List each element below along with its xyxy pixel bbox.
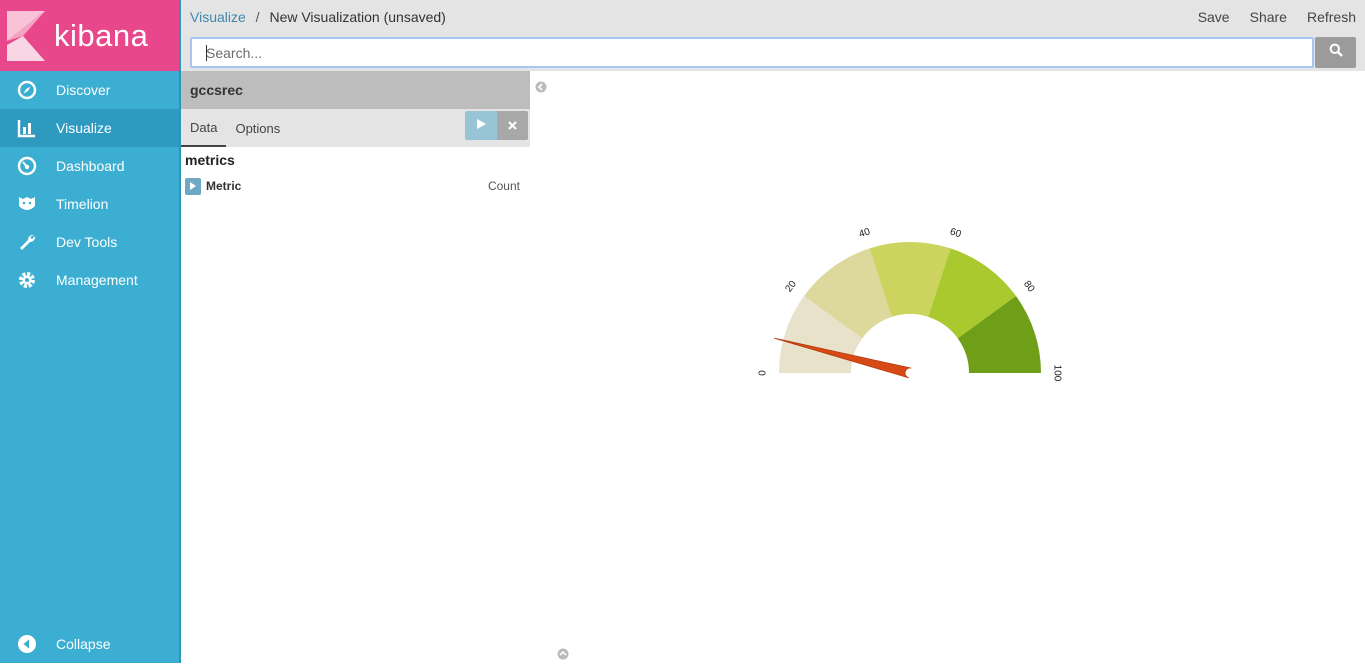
gauge-tick-label: 80 bbox=[1021, 279, 1037, 295]
expand-metric-toggle[interactable] bbox=[185, 177, 201, 195]
sidebar-item-timelion[interactable]: Timelion bbox=[0, 185, 179, 223]
collapse-sidebar-button[interactable]: Collapse bbox=[0, 625, 179, 663]
close-icon bbox=[508, 118, 517, 133]
gauge-tick-label: 60 bbox=[948, 226, 962, 240]
kibana-logo[interactable]: kibana bbox=[0, 0, 179, 71]
dashboard-icon bbox=[17, 156, 37, 176]
editor-tabs: Data Options bbox=[181, 109, 530, 147]
sidebar-item-label: Management bbox=[56, 272, 138, 288]
tab-options[interactable]: Options bbox=[226, 109, 289, 147]
top-menu: Save Share Refresh bbox=[1198, 9, 1356, 25]
apply-changes-button[interactable] bbox=[465, 111, 497, 140]
index-pattern-title: gccsrec bbox=[181, 71, 530, 109]
sidebar-item-dev-tools[interactable]: Dev Tools bbox=[0, 223, 179, 261]
collapse-label: Collapse bbox=[56, 636, 111, 652]
metrics-section-title: metrics bbox=[185, 152, 235, 168]
sidebar-item-label: Visualize bbox=[56, 120, 112, 136]
top-bar: Visualize / New Visualization (unsaved) … bbox=[181, 0, 1365, 71]
breadcrumb: Visualize / New Visualization (unsaved) bbox=[190, 9, 446, 25]
collapse-editor-button[interactable] bbox=[535, 80, 547, 98]
compass-icon bbox=[17, 80, 37, 100]
chevron-up-circle-icon bbox=[557, 647, 569, 664]
gauge-tick-label: 100 bbox=[1051, 365, 1062, 382]
metric-label: Metric bbox=[206, 179, 242, 193]
play-icon bbox=[475, 117, 487, 135]
sidebar-item-label: Dashboard bbox=[56, 158, 125, 174]
sidebar-item-label: Timelion bbox=[56, 196, 109, 212]
gauge-tick-label: 20 bbox=[783, 279, 799, 295]
refresh-button[interactable]: Refresh bbox=[1307, 9, 1356, 25]
discard-changes-button[interactable] bbox=[497, 111, 528, 140]
gauge-tick-label: 0 bbox=[758, 370, 769, 376]
gauge-tick-label: 40 bbox=[858, 226, 872, 240]
sidebar-item-management[interactable]: Management bbox=[0, 261, 179, 299]
vis-editor-sidebar: gccsrec Data Options metrics Metric Coun… bbox=[181, 71, 530, 195]
sidebar-item-dashboard[interactable]: Dashboard bbox=[0, 147, 179, 185]
arrow-left-circle-icon bbox=[17, 634, 37, 654]
text-caret bbox=[206, 45, 207, 61]
share-button[interactable]: Share bbox=[1250, 9, 1287, 25]
search-icon bbox=[1329, 43, 1343, 62]
metric-agg-row[interactable]: Metric Count bbox=[181, 177, 530, 195]
caret-right-icon bbox=[190, 177, 196, 195]
wrench-icon bbox=[17, 232, 37, 252]
breadcrumb-separator: / bbox=[255, 9, 260, 25]
sidebar-item-visualize[interactable]: Visualize bbox=[0, 109, 179, 147]
search-input[interactable] bbox=[192, 39, 1312, 66]
chevron-left-circle-icon bbox=[535, 80, 547, 97]
save-button[interactable]: Save bbox=[1198, 9, 1230, 25]
breadcrumb-visualize-link[interactable]: Visualize bbox=[190, 9, 246, 25]
timelion-icon bbox=[17, 194, 37, 214]
page-title: New Visualization (unsaved) bbox=[269, 9, 446, 25]
bar-chart-icon bbox=[17, 118, 37, 138]
tab-data[interactable]: Data bbox=[181, 109, 227, 147]
gauge-chart: 0 20 40 60 80 100 bbox=[740, 215, 1080, 410]
gauge-svg: 0 20 40 60 80 100 bbox=[758, 226, 1063, 382]
kibana-logo-icon bbox=[7, 10, 45, 61]
expand-bottom-panel-button[interactable] bbox=[557, 647, 569, 665]
sidebar-item-discover[interactable]: Discover bbox=[0, 71, 179, 109]
gear-icon bbox=[17, 270, 37, 290]
sidebar-item-label: Discover bbox=[56, 82, 111, 98]
search-field bbox=[190, 37, 1314, 68]
sidebar: kibana Discover Visualize Dashboard Time… bbox=[0, 0, 179, 663]
sidebar-item-label: Dev Tools bbox=[56, 234, 118, 250]
kibana-wordmark: kibana bbox=[54, 17, 149, 53]
search-button[interactable] bbox=[1315, 37, 1356, 68]
metric-aggregation: Count bbox=[487, 179, 520, 193]
